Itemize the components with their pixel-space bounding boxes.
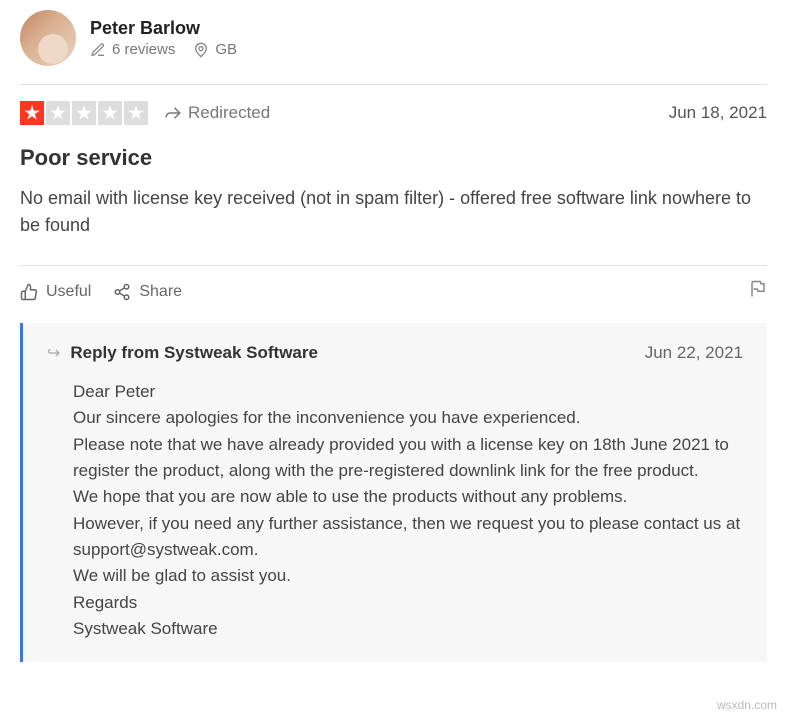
review-date: Jun 18, 2021: [669, 103, 767, 123]
star-empty-icon: [46, 101, 70, 125]
redirected-badge: Redirected: [164, 103, 270, 123]
reply-body: Dear PeterOur sincere apologies for the …: [47, 379, 743, 642]
location-text: GB: [215, 41, 237, 58]
reply-line: Please note that we have already provide…: [73, 432, 743, 485]
redirected-label: Redirected: [188, 103, 270, 123]
review-count[interactable]: 6 reviews: [90, 41, 175, 58]
reply-line: We will be glad to assist you.: [73, 563, 743, 589]
share-button[interactable]: Share: [113, 283, 182, 301]
review-count-text: 6 reviews: [112, 41, 175, 58]
reviewer-meta: 6 reviews GB: [90, 41, 237, 58]
star-filled-icon: [20, 101, 44, 125]
reply-from: Reply from Systweak Software: [70, 343, 318, 363]
redirect-icon: [164, 104, 182, 122]
user-info: Peter Barlow 6 reviews GB: [90, 18, 237, 58]
rating-row: Redirected Jun 18, 2021: [20, 85, 767, 145]
pencil-icon: [90, 42, 106, 58]
review-body: No email with license key received (not …: [20, 185, 767, 239]
location: GB: [193, 41, 237, 58]
thumbs-up-icon: [20, 283, 38, 301]
reply-company: Systweak Software: [164, 343, 318, 362]
useful-button[interactable]: Useful: [20, 283, 91, 301]
review-title: Poor service: [20, 145, 767, 171]
reply-line: Dear Peter: [73, 379, 743, 405]
share-icon: [113, 283, 131, 301]
reply-header: ↪ Reply from Systweak Software Jun 22, 2…: [47, 343, 743, 363]
reply-arrow-icon: ↪: [47, 343, 60, 363]
reply-from-prefix: Reply from: [70, 343, 164, 362]
reply-line: However, if you need any further assista…: [73, 511, 743, 564]
flag-icon: [749, 280, 767, 298]
location-icon: [193, 42, 209, 58]
reply-line: Our sincere apologies for the inconvenie…: [73, 405, 743, 431]
reply-line: We hope that you are now able to use the…: [73, 484, 743, 510]
share-label: Share: [139, 283, 182, 301]
reply-line: Regards: [73, 590, 743, 616]
star-empty-icon: [98, 101, 122, 125]
star-empty-icon: [124, 101, 148, 125]
reviewer-header: Peter Barlow 6 reviews GB: [20, 10, 767, 84]
useful-label: Useful: [46, 283, 91, 301]
reviewer-name[interactable]: Peter Barlow: [90, 18, 237, 39]
flag-button[interactable]: [749, 280, 767, 303]
watermark: wsxdn.com: [717, 698, 777, 712]
star-rating: [20, 101, 148, 125]
reply-line: Systweak Software: [73, 616, 743, 642]
avatar[interactable]: [20, 10, 76, 66]
star-empty-icon: [72, 101, 96, 125]
reply-date: Jun 22, 2021: [645, 343, 743, 363]
actions-row: Useful Share: [20, 266, 767, 317]
reply-box: ↪ Reply from Systweak Software Jun 22, 2…: [20, 323, 767, 662]
